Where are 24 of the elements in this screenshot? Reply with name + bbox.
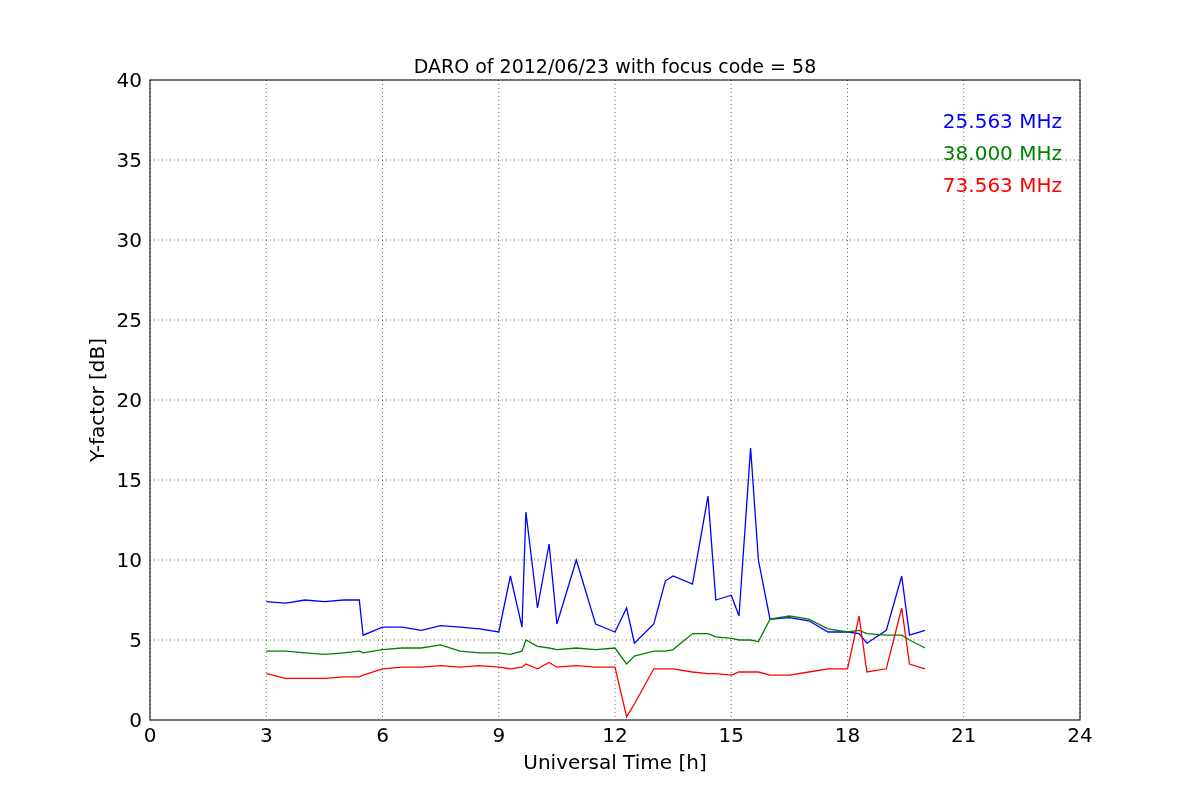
y-tick-label: 20	[116, 388, 142, 412]
y-tick-label: 0	[129, 708, 142, 732]
x-tick-label: 3	[259, 723, 273, 747]
x-tick-label: 21	[951, 723, 977, 747]
y-axis-label: Y-factor [dB]	[85, 338, 109, 462]
legend-label: 73.563 MHz	[942, 173, 1062, 197]
y-tick-label: 35	[116, 148, 142, 172]
y-tick-label: 30	[116, 228, 142, 252]
x-tick-label: 24	[1067, 723, 1093, 747]
x-tick-label: 6	[376, 723, 389, 747]
x-tick-label: 0	[143, 723, 157, 747]
chart-title: DARO of 2012/06/23 with focus code = 58	[413, 55, 817, 77]
legend-label: 38.000 MHz	[942, 141, 1062, 165]
x-tick-label: 12	[602, 723, 628, 747]
x-axis-label: Universal Time [h]	[523, 750, 707, 774]
y-tick-label: 25	[116, 308, 142, 332]
x-tick-label: 15	[718, 723, 744, 747]
y-tick-label: 10	[116, 548, 142, 572]
y-tick-label: 5	[129, 628, 142, 652]
y-tick-label: 15	[116, 468, 142, 492]
x-tick-label: 18	[834, 723, 861, 747]
x-tick-label: 9	[492, 723, 506, 747]
y-tick-label: 40	[116, 68, 142, 92]
legend-label: 25.563 MHz	[942, 109, 1062, 133]
